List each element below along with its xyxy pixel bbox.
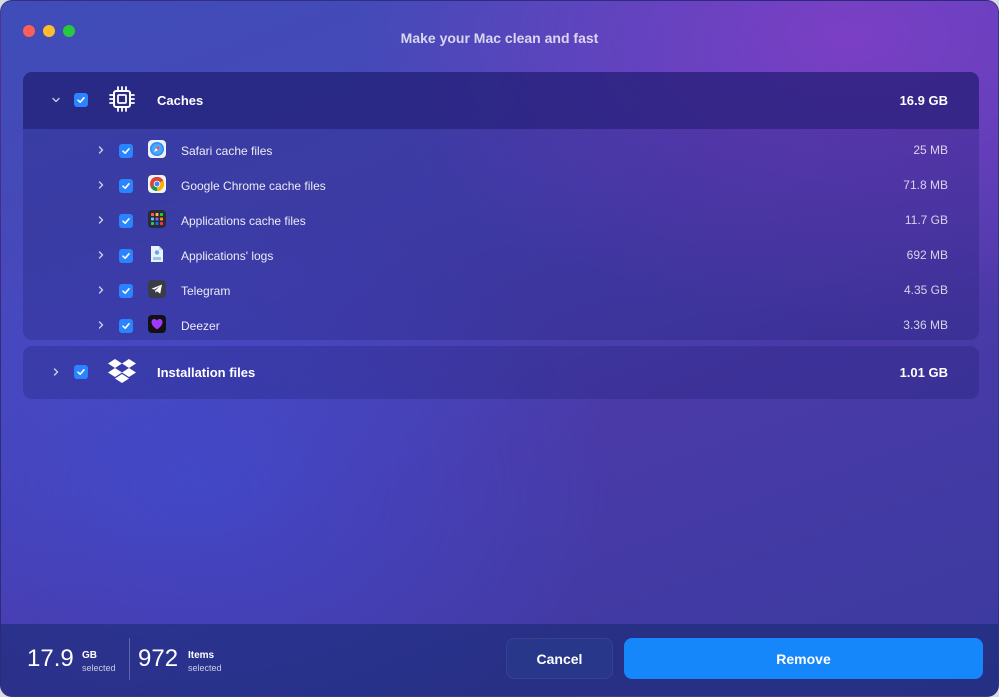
safari-icon [148,140,166,158]
chevron-right-icon[interactable] [94,213,108,227]
telegram-icon [148,280,166,298]
group-size: 1.01 GB [899,365,948,380]
item-size: 71.8 MB [903,178,948,192]
package-boxes-icon [106,356,138,388]
list-item-deezer[interactable]: Deezer 3.36 MB [23,307,979,340]
item-checkbox[interactable] [119,179,133,193]
group-caches: Caches 16.9 GB Safari cache files 25 MB … [23,72,979,340]
item-checkbox[interactable] [119,214,133,228]
cancel-button[interactable]: Cancel [506,638,613,679]
list-item-app-cache[interactable]: Applications cache files 11.7 GB [23,202,979,237]
selected-items-caption: selected [188,663,222,673]
group-header-caches[interactable]: Caches 16.9 GB [23,72,979,129]
item-checkbox[interactable] [119,249,133,263]
item-size: 692 MB [906,248,948,262]
installation-files-checkbox[interactable] [74,365,88,379]
list-item-safari[interactable]: Safari cache files 25 MB [23,132,979,167]
chevron-right-icon[interactable] [94,248,108,262]
deezer-icon [148,315,166,333]
item-label: Google Chrome cache files [181,179,326,193]
group-label: Installation files [157,365,256,380]
app-window: Make your Mac clean and fast Caches 16.9… [0,0,999,697]
list-item-chrome[interactable]: Google Chrome cache files 71.8 MB [23,167,979,202]
item-label: Telegram [181,284,231,298]
remove-button[interactable]: Remove [624,638,983,679]
launchpad-icon [148,210,166,228]
item-checkbox[interactable] [119,144,133,158]
item-checkbox[interactable] [119,284,133,298]
item-size: 11.7 GB [904,213,948,227]
selected-items-unit: Items [188,650,215,661]
chevron-down-icon[interactable] [49,93,63,107]
item-label: Applications cache files [181,214,306,228]
caches-checkbox[interactable] [74,93,88,107]
chevron-right-icon[interactable] [94,178,108,192]
selected-items-value: 972 [138,645,179,672]
window-title: Make your Mac clean and fast [400,30,599,46]
item-size: 3.36 MB [903,318,948,332]
group-header-installation-files[interactable]: Installation files 1.01 GB [23,346,979,399]
footer-divider [129,638,130,680]
group-size: 16.9 GB [899,93,948,108]
log-file-icon [148,245,166,263]
chevron-right-icon[interactable] [94,143,108,157]
chevron-right-icon[interactable] [94,283,108,297]
group-label: Caches [157,93,204,108]
item-size: 25 MB [913,143,948,157]
chrome-icon [148,175,166,193]
selected-size-value: 17.9 [27,645,74,672]
item-checkbox[interactable] [119,319,133,333]
item-size: 4.35 GB [903,283,948,297]
item-label: Applications' logs [181,249,274,263]
footer-bar: 17.9 GB selected 972 Items selected Canc… [1,624,998,696]
group-installation-files: Installation files 1.01 GB [23,346,979,399]
selected-size-caption: selected [82,663,116,673]
item-label: Deezer [181,319,220,333]
chevron-right-icon[interactable] [49,365,63,379]
chevron-right-icon[interactable] [94,318,108,332]
list-item-app-logs[interactable]: Applications' logs 692 MB [23,237,979,272]
item-label: Safari cache files [181,144,273,158]
list-item-telegram[interactable]: Telegram 4.35 GB [23,272,979,307]
cpu-chip-icon [107,84,137,114]
selected-size-unit: GB [82,650,97,661]
